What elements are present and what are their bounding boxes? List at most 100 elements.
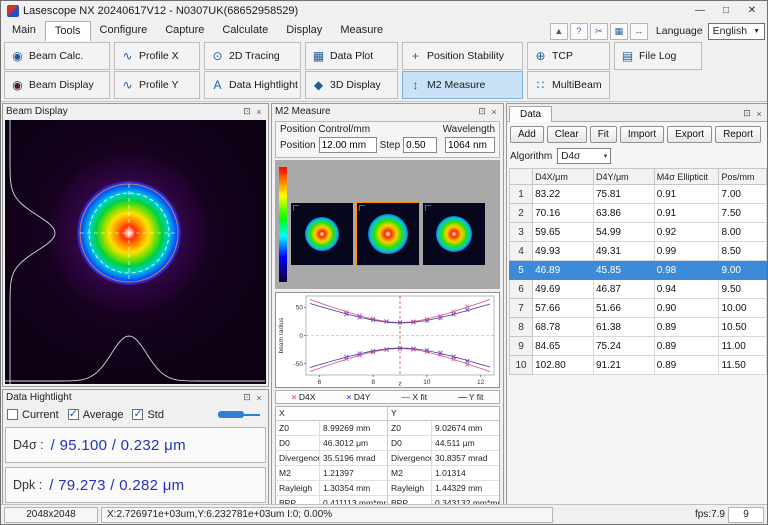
float-panel-icon[interactable]: ⊡ xyxy=(476,106,488,117)
counter-box[interactable]: 9 xyxy=(728,507,764,523)
table-row-9[interactable]: 984.6575.240.8911.00 xyxy=(510,337,767,356)
table-row-1[interactable]: 183.2275.810.917.00 xyxy=(510,185,767,204)
tool-profile-y[interactable]: ∿ Profile Y xyxy=(114,71,200,99)
algorithm-select[interactable]: D4σ ▾ xyxy=(557,148,611,164)
data-tabstrip: Data ⊡ × xyxy=(507,104,767,122)
language-select[interactable]: English ▼ xyxy=(708,23,765,40)
minimize-button[interactable]: — xyxy=(687,3,713,19)
row-number[interactable]: 4 xyxy=(510,242,533,261)
help-icon[interactable]: ? xyxy=(570,23,588,40)
float-panel-icon[interactable]: ⊡ xyxy=(241,106,253,117)
tool-3d-display[interactable]: ◆ 3D Display xyxy=(305,71,398,99)
table-row-6[interactable]: 649.6946.870.949.50 xyxy=(510,280,767,299)
resize-icon[interactable]: ↔ xyxy=(630,23,648,40)
row-number[interactable]: 10 xyxy=(510,356,533,375)
row-number[interactable]: 8 xyxy=(510,318,533,337)
row-number[interactable]: 6 xyxy=(510,280,533,299)
close-button[interactable]: ✕ xyxy=(739,3,765,19)
snip-icon[interactable]: ✂ xyxy=(590,23,608,40)
close-panel-icon[interactable]: × xyxy=(253,107,265,117)
beam-image[interactable] xyxy=(5,120,266,384)
import-button[interactable]: Import xyxy=(620,126,664,143)
menu-item-tools[interactable]: Tools xyxy=(45,21,91,41)
row-number[interactable]: 1 xyxy=(510,185,533,204)
table-row-5[interactable]: 546.8945.850.989.00 xyxy=(510,261,767,280)
row-number[interactable]: 5 xyxy=(510,261,533,280)
table-row-3[interactable]: 359.6554.990.928.00 xyxy=(510,223,767,242)
wavelength-input[interactable] xyxy=(445,137,495,153)
legend-marker: × xyxy=(292,392,297,402)
menu-item-main[interactable]: Main xyxy=(3,21,45,41)
checkbox-current[interactable]: Current xyxy=(7,409,59,421)
algorithm-row: Algorithm D4σ ▾ xyxy=(510,148,611,164)
table-row-7[interactable]: 757.6651.660.9010.00 xyxy=(510,299,767,318)
tool-data-plot[interactable]: ▦ Data Plot xyxy=(305,42,398,70)
beam-thumbnail-2-selected[interactable] xyxy=(357,203,419,265)
maximize-button[interactable]: □ xyxy=(713,3,739,19)
position-input[interactable] xyxy=(319,137,377,153)
tool-label: File Log xyxy=(639,50,676,62)
float-panel-icon[interactable]: ⊡ xyxy=(241,392,253,403)
tool-label: Position Stability xyxy=(427,50,504,62)
tool-file-log[interactable]: ▤ File Log xyxy=(614,42,702,70)
m2-result-label: Rayleigh xyxy=(388,481,432,495)
menu-item-measure[interactable]: Measure xyxy=(331,21,392,41)
row-number[interactable]: 9 xyxy=(510,337,533,356)
close-panel-icon[interactable]: × xyxy=(488,107,500,117)
checkbox-box[interactable] xyxy=(132,409,143,420)
checkbox-average[interactable]: Average xyxy=(68,409,124,421)
table-row-10[interactable]: 10102.8091.210.8911.50 xyxy=(510,356,767,375)
chevron-down-icon: ▼ xyxy=(753,28,760,35)
table-cell: 61.38 xyxy=(593,318,654,337)
m2-result-row: D0 44.511 μm xyxy=(388,436,499,451)
checkbox-box[interactable] xyxy=(68,409,79,420)
table-row-8[interactable]: 868.7861.380.8910.50 xyxy=(510,318,767,337)
tool-label: Profile Y xyxy=(139,79,179,91)
tool-data-hightlight[interactable]: A Data Hightlight xyxy=(204,71,301,99)
column-header-3[interactable]: M4σ Ellipticit xyxy=(654,169,719,185)
tool-2d-tracing[interactable]: ⊙ 2D Tracing xyxy=(204,42,301,70)
add-button[interactable]: Add xyxy=(510,126,544,143)
tool-position-stability[interactable]: + Position Stability xyxy=(402,42,523,70)
step-input[interactable] xyxy=(403,137,437,153)
m2-results-column-header: Y xyxy=(388,407,499,421)
column-header-1[interactable]: D4X/μm xyxy=(533,169,594,185)
tool-tcp[interactable]: ⊕ TCP xyxy=(527,42,610,70)
menu-item-display[interactable]: Display xyxy=(277,21,331,41)
title-bar: Lasescope NX 20240617V12 - N0307UK(68652… xyxy=(1,1,767,21)
layout-icon[interactable]: ▦ xyxy=(610,23,628,40)
collapse-ribbon-icon[interactable]: ▲ xyxy=(550,23,568,40)
fit-button[interactable]: Fit xyxy=(590,126,617,143)
checkbox-std[interactable]: Std xyxy=(132,409,164,421)
menu-item-configure[interactable]: Configure xyxy=(91,21,157,41)
tool-m2-measure[interactable]: ↕ M2 Measure xyxy=(402,71,523,99)
column-header-4[interactable]: Pos/mm xyxy=(719,169,767,185)
tool-profile-x[interactable]: ∿ Profile X xyxy=(114,42,200,70)
tool-beam-calc[interactable]: ◉ Beam Calc. xyxy=(4,42,110,70)
menu-item-calculate[interactable]: Calculate xyxy=(213,21,277,41)
checkbox-box[interactable] xyxy=(7,409,18,420)
column-header-0[interactable] xyxy=(510,169,533,185)
beam-thumbnail-1[interactable] xyxy=(291,203,353,265)
caustic-chart[interactable]: 50 0 -50 6 8 10 12zbeam radius xyxy=(275,292,500,388)
m2-result-row: Z0 8.99269 mm xyxy=(276,421,387,436)
float-panel-icon[interactable]: ⊡ xyxy=(741,108,753,119)
beam-thumbnail-3[interactable] xyxy=(423,203,485,265)
clear-button[interactable]: Clear xyxy=(547,126,587,143)
tool-beam-display[interactable]: ◉ Beam Display xyxy=(4,71,110,99)
table-row-4[interactable]: 449.9349.310.998.50 xyxy=(510,242,767,261)
column-header-2[interactable]: D4Y/μm xyxy=(593,169,654,185)
highlight-zoom-slider[interactable] xyxy=(218,411,260,418)
menu-item-capture[interactable]: Capture xyxy=(156,21,213,41)
row-number[interactable]: 7 xyxy=(510,299,533,318)
close-panel-icon[interactable]: × xyxy=(253,393,265,403)
row-number[interactable]: 2 xyxy=(510,204,533,223)
report-button[interactable]: Report xyxy=(715,126,761,143)
row-number[interactable]: 3 xyxy=(510,223,533,242)
tool-multibeam[interactable]: ∷ MultiBeam xyxy=(527,71,610,99)
table-row-2[interactable]: 270.1663.860.917.50 xyxy=(510,204,767,223)
tab-data[interactable]: Data xyxy=(509,106,552,122)
close-panel-icon[interactable]: × xyxy=(753,109,765,119)
highlight-value: / 95.100 / 0.232 μm xyxy=(51,437,186,454)
export-button[interactable]: Export xyxy=(667,126,712,143)
